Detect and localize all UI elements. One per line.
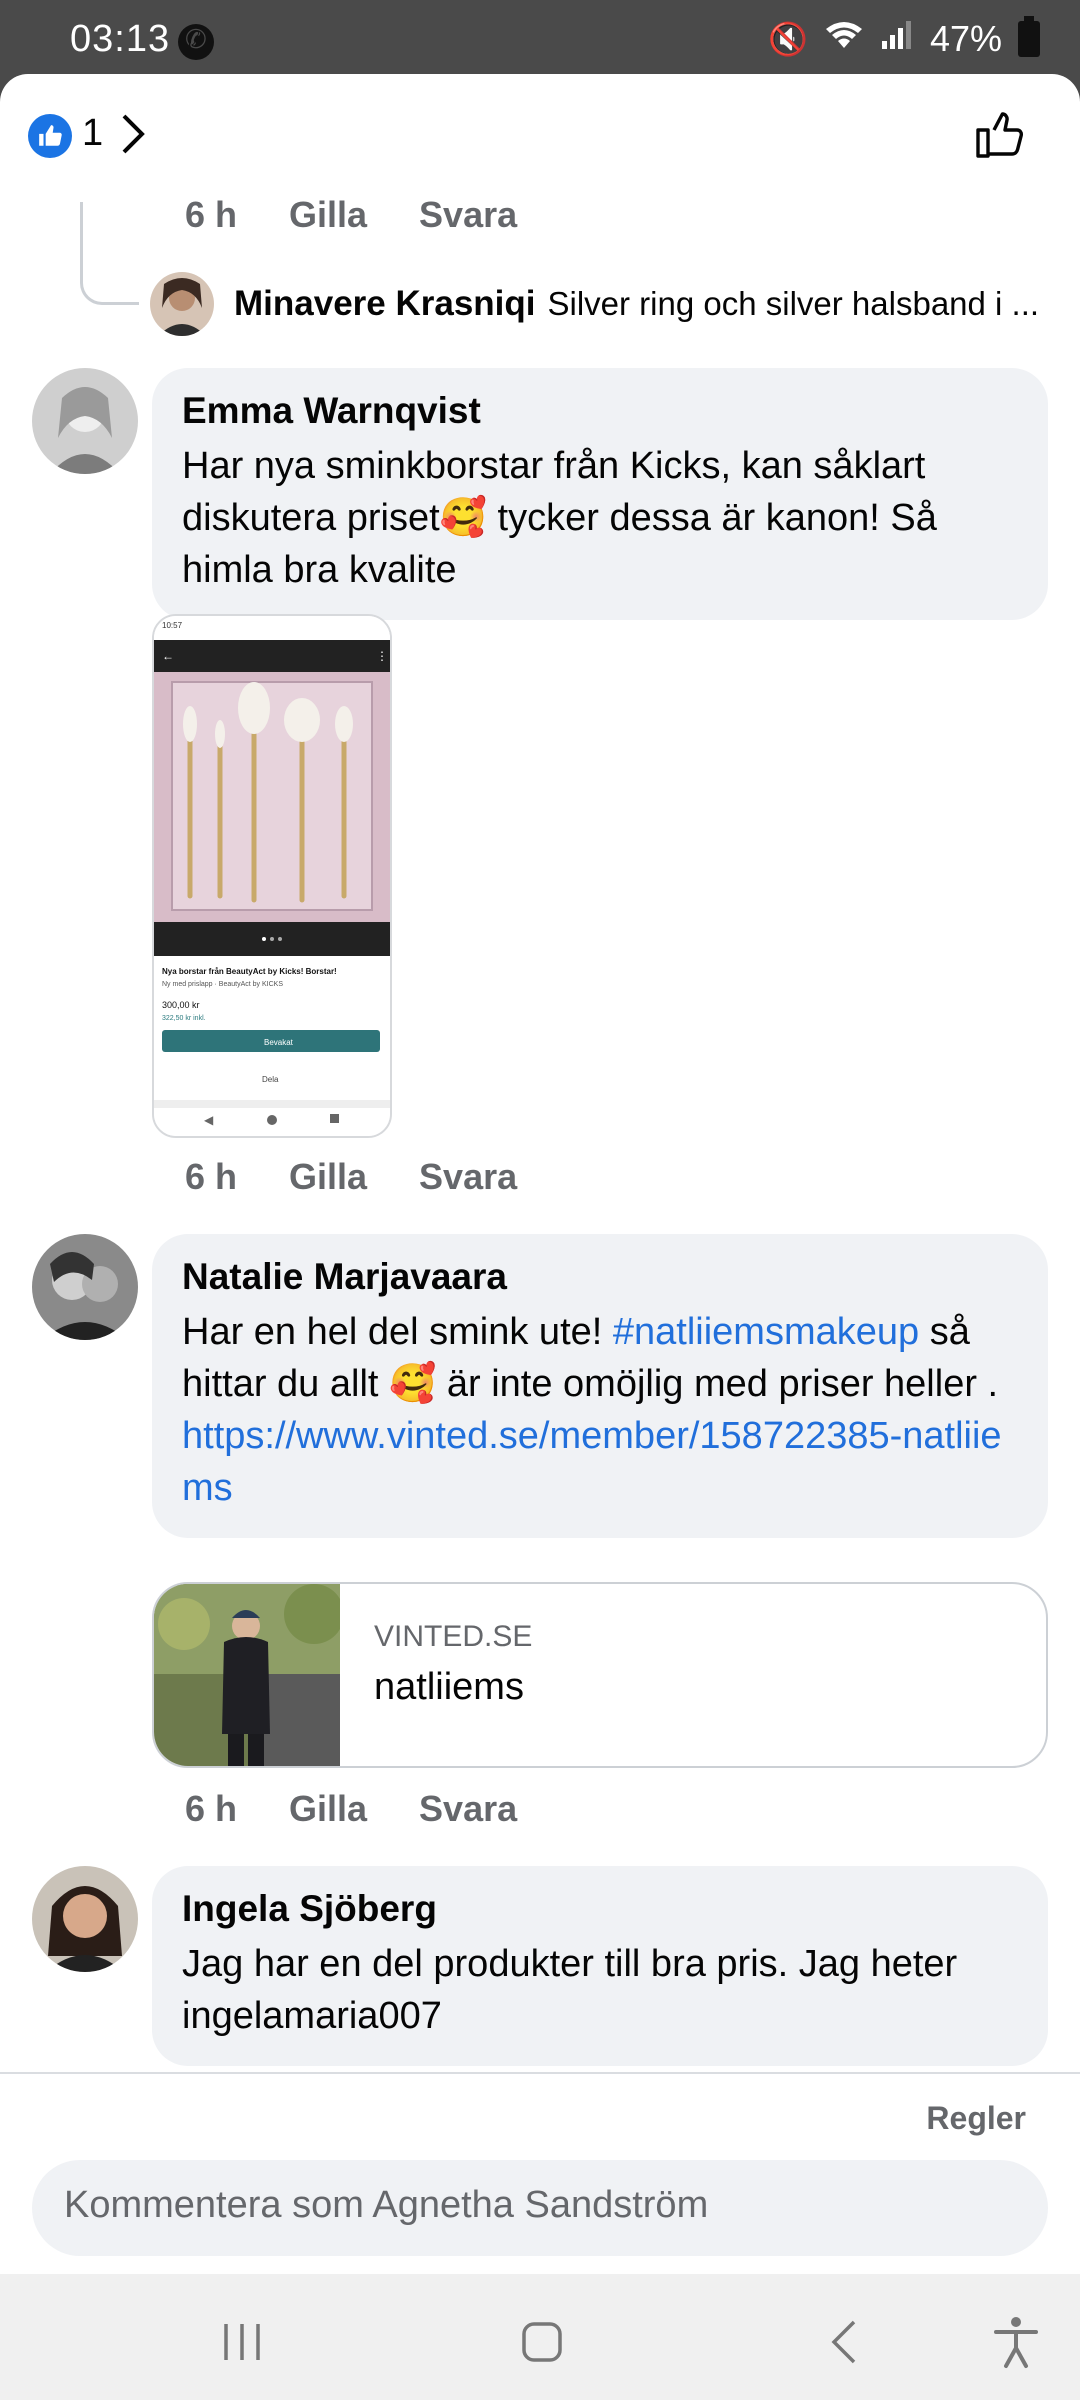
attached-image-price: 300,00 kr — [162, 1000, 200, 1010]
recent-apps-icon[interactable] — [212, 2312, 272, 2372]
reply-link[interactable]: Svara — [419, 194, 517, 236]
comment-text: Jag har en del produkter till bra pris. … — [182, 1943, 958, 2037]
comment-input[interactable]: Kommentera som Agnetha Sandström — [32, 2160, 1048, 2256]
link-title: natliiems — [374, 1666, 524, 1708]
attached-image-share-label: Dela — [262, 1075, 279, 1084]
divider — [0, 2072, 1080, 2074]
hashtag-link[interactable]: #natliiemsmakeup — [613, 1311, 919, 1353]
home-icon[interactable] — [512, 2312, 572, 2372]
url-link[interactable]: https://www.vinted.se/member/158722385-n… — [182, 1415, 1002, 1509]
mute-icon: 🔇 — [768, 21, 808, 57]
reply-link[interactable]: Svara — [419, 1156, 517, 1198]
svg-text:←: ← — [162, 649, 174, 663]
like-reaction-icon[interactable] — [28, 114, 72, 158]
status-time: 03:13 — [70, 18, 171, 60]
avatar[interactable] — [32, 1234, 138, 1340]
rules-link[interactable]: Regler — [926, 2100, 1026, 2137]
thread-connector — [80, 202, 139, 305]
reply-author[interactable]: Minavere Krasniqi — [234, 284, 536, 324]
comment-author[interactable]: Natalie Marjavaara — [182, 1256, 1018, 1298]
like-link[interactable]: Gilla — [289, 1788, 367, 1830]
svg-text:◀: ◀ — [204, 1113, 214, 1127]
like-link[interactable]: Gilla — [289, 1156, 367, 1198]
comment-time: 6 h — [185, 194, 238, 235]
comments-sheet: 1 6 h Gilla Svara Minavere Krasniqi Silv… — [0, 74, 1080, 2274]
like-count[interactable]: 1 — [82, 112, 103, 155]
like-link[interactable]: Gilla — [289, 194, 367, 236]
svg-text:10:57: 10:57 — [162, 621, 183, 630]
comment-author[interactable]: Ingela Sjöberg — [182, 1888, 1018, 1930]
comment-bubble: Natalie Marjavaara Har en hel del smink … — [152, 1234, 1048, 1538]
comment-actions: 6 h Gilla Svara — [185, 1156, 517, 1198]
link-preview-image — [154, 1584, 344, 1766]
attached-image-subtitle: Ny med prislapp · BeautyAct by KICKS — [162, 981, 283, 988]
battery-percent: 47% — [929, 18, 1002, 59]
call-icon — [178, 24, 214, 60]
comment-text-part: Har en hel del smink ute! — [182, 1311, 613, 1353]
comment-text: Har nya sminkborstar från Kicks, kan såk… — [182, 445, 937, 591]
comment-author[interactable]: Emma Warnqvist — [182, 390, 1018, 432]
svg-text:⋮: ⋮ — [376, 649, 388, 663]
comment-actions: 6 h Gilla Svara — [185, 194, 517, 236]
attached-image-title: Nya borstar från BeautyAct by Kicks! Bor… — [162, 967, 337, 976]
wifi-icon — [824, 19, 864, 59]
chevron-right-icon[interactable] — [118, 112, 148, 167]
back-icon[interactable] — [816, 2312, 876, 2372]
comment-time: 6 h — [185, 1156, 238, 1197]
attached-image-price-incl: 322,50 kr inkl. — [162, 1015, 206, 1022]
comment-time: 6 h — [185, 1788, 238, 1829]
avatar[interactable] — [150, 272, 214, 336]
status-bar: 03:13 🔇 47% — [0, 0, 1080, 74]
link-preview-card[interactable]: VINTED.SE natliiems — [152, 1582, 1048, 1768]
attached-image[interactable]: 10:57 ← ⋮ Nya borstar från BeautyAct by … — [152, 614, 392, 1138]
link-domain: VINTED.SE — [374, 1620, 533, 1653]
sheet-header: 1 — [0, 74, 1080, 194]
reply-link[interactable]: Svara — [419, 1788, 517, 1830]
avatar[interactable] — [32, 1866, 138, 1972]
accessibility-icon[interactable] — [986, 2312, 1046, 2372]
signal-icon — [880, 19, 914, 59]
comment-bubble: Ingela Sjöberg Jag har en del produkter … — [152, 1866, 1048, 2066]
comment-bubble: Emma Warnqvist Har nya sminkborstar från… — [152, 368, 1048, 620]
comment-actions: 6 h Gilla Svara — [185, 1788, 517, 1830]
thumbs-up-icon[interactable] — [972, 106, 1028, 162]
attached-image-button-label: Bevakat — [264, 1038, 294, 1047]
comment-text: Har en hel del smink ute! #natliiemsmake… — [182, 1306, 1018, 1514]
reply-preview[interactable]: Minavere Krasniqi Silver ring och silver… — [150, 272, 1048, 336]
avatar[interactable] — [32, 368, 138, 474]
battery-icon — [1018, 16, 1040, 57]
reply-snippet: Silver ring och silver halsband i ... — [547, 285, 1040, 322]
system-nav-bar — [0, 2274, 1080, 2400]
